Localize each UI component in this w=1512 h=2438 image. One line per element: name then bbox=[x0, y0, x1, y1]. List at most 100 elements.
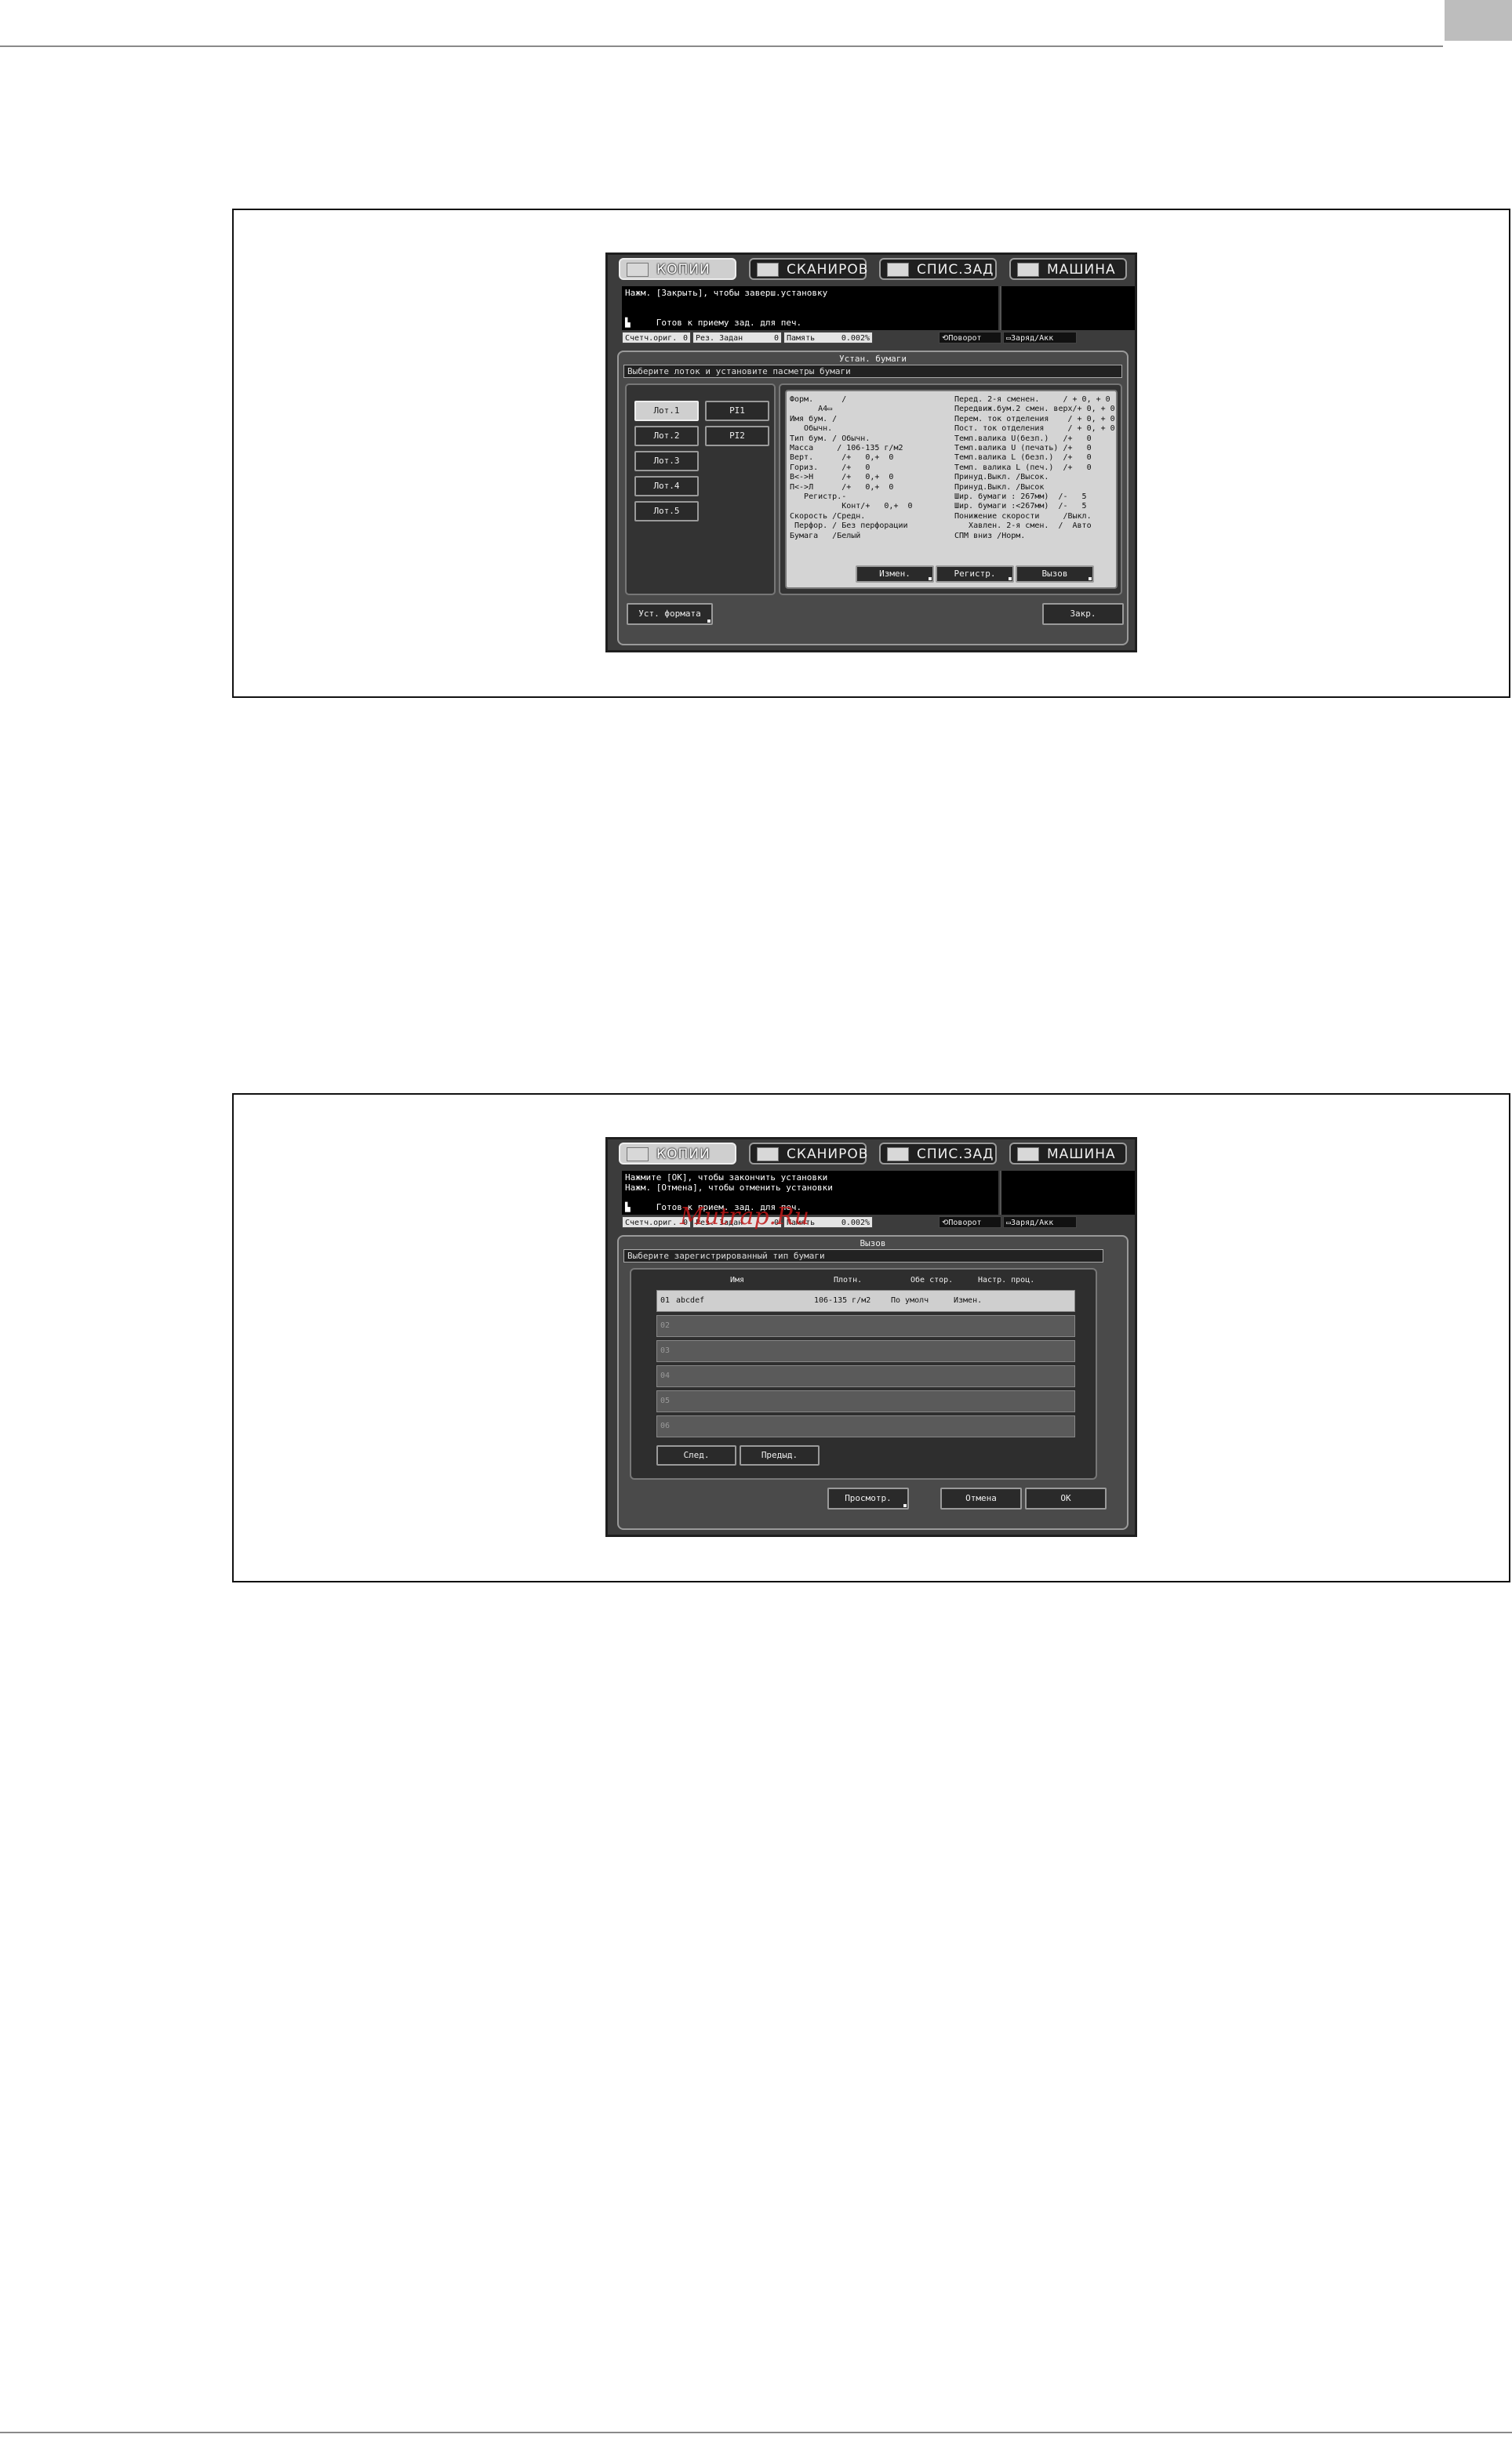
pi1-button[interactable]: PI1 bbox=[705, 401, 769, 421]
figure-frame-2: КОПИИ СКАНИРОВ СПИС.ЗАД МАШИНА Нажмите [… bbox=[232, 1093, 1510, 1582]
copy-icon bbox=[627, 263, 649, 277]
memory-usage: Память 0.002% bbox=[783, 332, 873, 343]
info-line: Форм. / bbox=[790, 395, 847, 404]
column-duplex: Обе стор. bbox=[910, 1276, 954, 1284]
cell-weight: 106-135 г/м2 bbox=[814, 1296, 871, 1305]
info-line: Скорость /Средн. bbox=[790, 511, 866, 521]
cell-num: 02 bbox=[660, 1321, 671, 1330]
rotation-indicator: ⟲Поворот bbox=[939, 332, 1001, 343]
header-rule bbox=[0, 45, 1443, 47]
table-row[interactable]: 05 bbox=[656, 1390, 1075, 1412]
info-line: Темп. валика L (печ.) /+ 0 bbox=[954, 463, 1092, 472]
register-button[interactable]: Регистр. bbox=[936, 565, 1014, 583]
cell-num: 06 bbox=[660, 1422, 671, 1430]
tab-machine[interactable]: МАШИНА bbox=[1009, 258, 1127, 280]
reserved-jobs: Рез. Задан 0 bbox=[692, 332, 782, 343]
info-line: Регистр.- bbox=[790, 492, 847, 502]
scan-icon bbox=[757, 1147, 779, 1161]
column-name: Имя bbox=[730, 1276, 745, 1284]
job-list-icon bbox=[887, 263, 909, 277]
panel-subtitle: Выберите лоток и установите пасметры бум… bbox=[623, 365, 1122, 378]
info-line: Верт. /+ 0,+ 0 bbox=[790, 453, 894, 463]
info-left-column: Форм. / A4▭ Имя бум. / Обычн. Тип бум. / О… bbox=[790, 395, 913, 541]
message-area: Нажм. [Закрыть], чтобы заверш.установку … bbox=[622, 286, 998, 330]
cell-name: abcdef bbox=[676, 1296, 705, 1305]
table-header: Имя Плотн. Обе стор. Настр. проц. bbox=[656, 1276, 1075, 1287]
tab-machine[interactable]: МАШИНА bbox=[1009, 1143, 1127, 1164]
panel-subtitle: Выберите зарегистрированный тип бумаги bbox=[623, 1249, 1103, 1263]
tray-1-button[interactable]: Лот.1 bbox=[634, 401, 699, 421]
table-row[interactable]: 03 bbox=[656, 1340, 1075, 1362]
paper-info: Форм. / A4▭ Имя бум. / Обычн. Тип бум. / О… bbox=[785, 390, 1118, 589]
message-line-1: Нажмите [OK], чтобы закончить установки bbox=[625, 1172, 828, 1183]
info-line: Темп.валика L (безп.) /+ 0 bbox=[954, 453, 1092, 463]
info-line: Масса / 106-135 г/м2 bbox=[790, 444, 903, 453]
next-button[interactable]: След. bbox=[656, 1445, 736, 1466]
tray-3-button[interactable]: Лот.3 bbox=[634, 451, 699, 471]
table-row[interactable]: 02 bbox=[656, 1315, 1075, 1337]
preview-button[interactable]: Просмотр. bbox=[827, 1488, 909, 1510]
tray-4-button[interactable]: Лот.4 bbox=[634, 476, 699, 496]
info-line: Хавлен. 2-я смен. / Авто bbox=[954, 521, 1092, 531]
info-line: Шир. бумаги : 267мм) /- 5 bbox=[954, 492, 1087, 502]
footer-rule bbox=[0, 2432, 1512, 2433]
info-line: Принуд.Выкл. /Высок. bbox=[954, 473, 1049, 482]
set-format-button[interactable]: Уст. формата bbox=[627, 603, 713, 625]
previous-button[interactable]: Предыд. bbox=[740, 1445, 820, 1466]
message-line: Нажм. [Закрыть], чтобы заверш.установку bbox=[625, 288, 828, 298]
recall-button[interactable]: Вызов bbox=[1016, 565, 1094, 583]
info-line: Темп.валика U(безп.) /+ 0 bbox=[954, 434, 1092, 443]
tray-5-button[interactable]: Лот.5 bbox=[634, 501, 699, 521]
tray-2-button[interactable]: Лот.2 bbox=[634, 426, 699, 446]
paper-setting-panel: Устан. бумаги Выберите лоток и установит… bbox=[617, 351, 1129, 645]
message-line-2: Нажм. [Отмена], чтобы отменить установки bbox=[625, 1183, 833, 1193]
tab-copy[interactable]: КОПИИ bbox=[619, 258, 736, 280]
table-row[interactable]: 01 abcdef 106-135 г/м2 По умолч Измен. bbox=[656, 1290, 1075, 1312]
info-line: Тип бум. / Обычн. bbox=[790, 434, 870, 443]
ok-button[interactable]: OK bbox=[1025, 1488, 1107, 1510]
cancel-button[interactable]: Отмена bbox=[940, 1488, 1022, 1510]
recall-paper-screen: КОПИИ СКАНИРОВ СПИС.ЗАД МАШИНА Нажмите [… bbox=[605, 1137, 1137, 1537]
paper-setting-screen: КОПИИ СКАНИРОВ СПИС.ЗАД МАШИНА Нажм. [За… bbox=[605, 253, 1137, 652]
tab-scan[interactable]: СКАНИРОВ bbox=[749, 258, 867, 280]
info-line: Пост. ток отделения / + 0, + 0 bbox=[954, 424, 1115, 434]
cell-num: 05 bbox=[660, 1397, 671, 1405]
info-line: Конт/+ 0,+ 0 bbox=[790, 502, 913, 511]
paper-type-table: Имя Плотн. Обе стор. Настр. проц. 01 abcd… bbox=[630, 1268, 1097, 1480]
cell-num: 03 bbox=[660, 1346, 671, 1355]
pi2-button[interactable]: PI2 bbox=[705, 426, 769, 446]
figure-frame-1: КОПИИ СКАНИРОВ СПИС.ЗАД МАШИНА Нажм. [За… bbox=[232, 209, 1510, 698]
page-tab-marker bbox=[1445, 0, 1512, 41]
table-row[interactable]: 06 bbox=[656, 1415, 1075, 1437]
cell-proc: Измен. bbox=[954, 1296, 983, 1305]
tab-scan[interactable]: СКАНИРОВ bbox=[749, 1143, 867, 1164]
info-line: В<->Н /+ 0,+ 0 bbox=[790, 473, 894, 482]
cell-both: По умолч bbox=[891, 1296, 929, 1305]
machine-icon bbox=[1017, 263, 1039, 277]
tray-list: Лот.1 Лот.2 Лот.3 Лот.4 Лот.5 PI1 PI2 bbox=[625, 383, 776, 595]
rotation-indicator: ⟲Поворот bbox=[939, 1216, 1001, 1228]
tab-job-list[interactable]: СПИС.ЗАД bbox=[879, 258, 997, 280]
info-line: Темп.валика U (печать) /+ 0 bbox=[954, 444, 1092, 453]
column-process: Настр. проц. bbox=[978, 1276, 1035, 1284]
charge-indicator: ▭Заряд/Акк bbox=[1003, 332, 1077, 343]
cell-num: 01 bbox=[660, 1296, 671, 1305]
info-line: Передвиж.бум.2 смен. верх/+ 0, + 0 bbox=[954, 405, 1115, 414]
info-line: Гориз. /+ 0 bbox=[790, 463, 870, 472]
info-line: A4▭ bbox=[790, 405, 833, 414]
main-tabs: КОПИИ СКАНИРОВ СПИС.ЗАД МАШИНА bbox=[619, 258, 1127, 282]
close-button[interactable]: Закр. bbox=[1042, 603, 1124, 625]
tab-job-list[interactable]: СПИС.ЗАД bbox=[879, 1143, 997, 1164]
info-line: П<->Л /+ 0,+ 0 bbox=[790, 482, 894, 492]
info-line: Понижение скорости /Выкл. bbox=[954, 511, 1092, 521]
charge-indicator: ▭Заряд/Акк bbox=[1003, 1216, 1077, 1228]
tab-copy[interactable]: КОПИИ bbox=[619, 1143, 736, 1164]
status-bar: Счетч.ориг. 0 Рез. Задан 0 Память 0.002%… bbox=[622, 332, 1135, 343]
recall-panel: Вызов Выберите зарегистрированный тип бу… bbox=[617, 1235, 1129, 1530]
info-line: Шир. бумаги :<267мм) /- 5 bbox=[954, 502, 1087, 511]
modify-button[interactable]: Измен. bbox=[856, 565, 934, 583]
info-line: СПМ вниз /Норм. bbox=[954, 531, 1026, 540]
info-line: Принуд.Выкл. /Высок bbox=[954, 482, 1045, 492]
table-row[interactable]: 04 bbox=[656, 1365, 1075, 1387]
column-weight: Плотн. bbox=[834, 1276, 863, 1284]
